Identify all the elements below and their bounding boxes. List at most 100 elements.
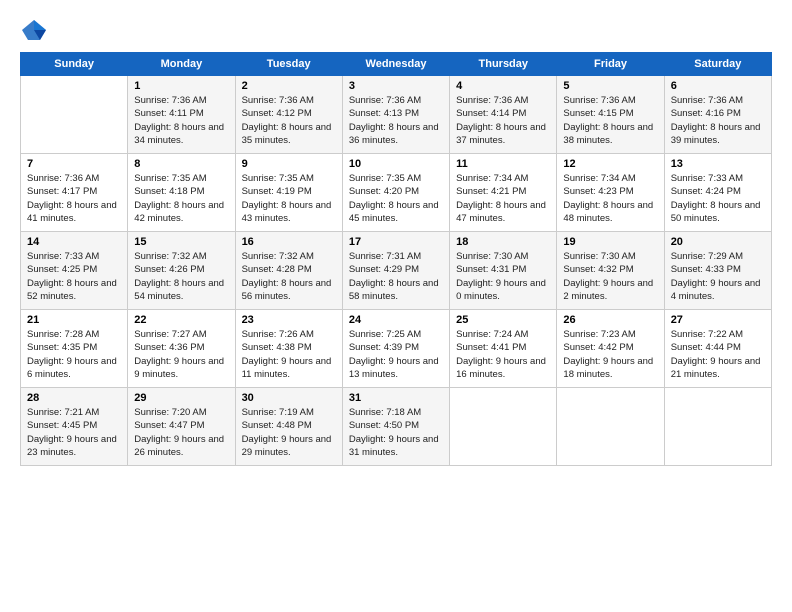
col-header-monday: Monday — [128, 53, 235, 76]
day-number: 23 — [242, 314, 336, 326]
day-cell — [21, 76, 128, 154]
header-row: SundayMondayTuesdayWednesdayThursdayFrid… — [21, 53, 772, 76]
day-number: 1 — [134, 80, 228, 92]
day-info: Sunrise: 7:32 AMSunset: 4:26 PMDaylight:… — [134, 250, 228, 303]
day-cell: 2 Sunrise: 7:36 AMSunset: 4:12 PMDayligh… — [235, 76, 342, 154]
day-number: 16 — [242, 236, 336, 248]
day-cell: 5 Sunrise: 7:36 AMSunset: 4:15 PMDayligh… — [557, 76, 664, 154]
day-cell: 31 Sunrise: 7:18 AMSunset: 4:50 PMDaylig… — [342, 388, 449, 466]
day-info: Sunrise: 7:36 AMSunset: 4:16 PMDaylight:… — [671, 94, 765, 147]
day-cell — [557, 388, 664, 466]
day-info: Sunrise: 7:33 AMSunset: 4:25 PMDaylight:… — [27, 250, 121, 303]
day-cell: 26 Sunrise: 7:23 AMSunset: 4:42 PMDaylig… — [557, 310, 664, 388]
col-header-saturday: Saturday — [664, 53, 771, 76]
day-info: Sunrise: 7:36 AMSunset: 4:14 PMDaylight:… — [456, 94, 550, 147]
day-number: 26 — [563, 314, 657, 326]
week-row-3: 14 Sunrise: 7:33 AMSunset: 4:25 PMDaylig… — [21, 232, 772, 310]
day-number: 22 — [134, 314, 228, 326]
day-cell: 7 Sunrise: 7:36 AMSunset: 4:17 PMDayligh… — [21, 154, 128, 232]
day-cell: 8 Sunrise: 7:35 AMSunset: 4:18 PMDayligh… — [128, 154, 235, 232]
day-number: 29 — [134, 392, 228, 404]
day-info: Sunrise: 7:26 AMSunset: 4:38 PMDaylight:… — [242, 328, 336, 381]
day-number: 9 — [242, 158, 336, 170]
day-cell: 25 Sunrise: 7:24 AMSunset: 4:41 PMDaylig… — [450, 310, 557, 388]
day-info: Sunrise: 7:23 AMSunset: 4:42 PMDaylight:… — [563, 328, 657, 381]
day-number: 5 — [563, 80, 657, 92]
day-info: Sunrise: 7:30 AMSunset: 4:32 PMDaylight:… — [563, 250, 657, 303]
day-info: Sunrise: 7:35 AMSunset: 4:18 PMDaylight:… — [134, 172, 228, 225]
col-header-tuesday: Tuesday — [235, 53, 342, 76]
day-number: 3 — [349, 80, 443, 92]
week-row-4: 21 Sunrise: 7:28 AMSunset: 4:35 PMDaylig… — [21, 310, 772, 388]
day-info: Sunrise: 7:18 AMSunset: 4:50 PMDaylight:… — [349, 406, 443, 459]
day-info: Sunrise: 7:24 AMSunset: 4:41 PMDaylight:… — [456, 328, 550, 381]
day-info: Sunrise: 7:33 AMSunset: 4:24 PMDaylight:… — [671, 172, 765, 225]
day-number: 14 — [27, 236, 121, 248]
day-info: Sunrise: 7:28 AMSunset: 4:35 PMDaylight:… — [27, 328, 121, 381]
day-info: Sunrise: 7:36 AMSunset: 4:17 PMDaylight:… — [27, 172, 121, 225]
day-info: Sunrise: 7:32 AMSunset: 4:28 PMDaylight:… — [242, 250, 336, 303]
week-row-5: 28 Sunrise: 7:21 AMSunset: 4:45 PMDaylig… — [21, 388, 772, 466]
day-number: 18 — [456, 236, 550, 248]
day-cell: 30 Sunrise: 7:19 AMSunset: 4:48 PMDaylig… — [235, 388, 342, 466]
day-cell: 14 Sunrise: 7:33 AMSunset: 4:25 PMDaylig… — [21, 232, 128, 310]
header — [20, 16, 772, 44]
day-number: 21 — [27, 314, 121, 326]
day-cell: 24 Sunrise: 7:25 AMSunset: 4:39 PMDaylig… — [342, 310, 449, 388]
day-info: Sunrise: 7:31 AMSunset: 4:29 PMDaylight:… — [349, 250, 443, 303]
col-header-sunday: Sunday — [21, 53, 128, 76]
day-cell: 9 Sunrise: 7:35 AMSunset: 4:19 PMDayligh… — [235, 154, 342, 232]
day-info: Sunrise: 7:29 AMSunset: 4:33 PMDaylight:… — [671, 250, 765, 303]
day-number: 30 — [242, 392, 336, 404]
week-row-1: 1 Sunrise: 7:36 AMSunset: 4:11 PMDayligh… — [21, 76, 772, 154]
day-cell: 29 Sunrise: 7:20 AMSunset: 4:47 PMDaylig… — [128, 388, 235, 466]
logo-icon — [20, 16, 48, 44]
day-number: 27 — [671, 314, 765, 326]
day-info: Sunrise: 7:35 AMSunset: 4:19 PMDaylight:… — [242, 172, 336, 225]
day-cell: 16 Sunrise: 7:32 AMSunset: 4:28 PMDaylig… — [235, 232, 342, 310]
week-row-2: 7 Sunrise: 7:36 AMSunset: 4:17 PMDayligh… — [21, 154, 772, 232]
day-cell: 28 Sunrise: 7:21 AMSunset: 4:45 PMDaylig… — [21, 388, 128, 466]
day-number: 13 — [671, 158, 765, 170]
day-cell: 23 Sunrise: 7:26 AMSunset: 4:38 PMDaylig… — [235, 310, 342, 388]
day-info: Sunrise: 7:36 AMSunset: 4:15 PMDaylight:… — [563, 94, 657, 147]
col-header-thursday: Thursday — [450, 53, 557, 76]
day-number: 11 — [456, 158, 550, 170]
day-info: Sunrise: 7:34 AMSunset: 4:23 PMDaylight:… — [563, 172, 657, 225]
day-number: 12 — [563, 158, 657, 170]
day-cell: 15 Sunrise: 7:32 AMSunset: 4:26 PMDaylig… — [128, 232, 235, 310]
day-cell: 27 Sunrise: 7:22 AMSunset: 4:44 PMDaylig… — [664, 310, 771, 388]
day-number: 25 — [456, 314, 550, 326]
day-number: 17 — [349, 236, 443, 248]
day-number: 24 — [349, 314, 443, 326]
logo — [20, 16, 52, 44]
day-cell — [664, 388, 771, 466]
calendar-table: SundayMondayTuesdayWednesdayThursdayFrid… — [20, 52, 772, 466]
day-cell: 6 Sunrise: 7:36 AMSunset: 4:16 PMDayligh… — [664, 76, 771, 154]
day-number: 15 — [134, 236, 228, 248]
day-cell — [450, 388, 557, 466]
day-info: Sunrise: 7:19 AMSunset: 4:48 PMDaylight:… — [242, 406, 336, 459]
day-info: Sunrise: 7:22 AMSunset: 4:44 PMDaylight:… — [671, 328, 765, 381]
day-number: 2 — [242, 80, 336, 92]
day-number: 8 — [134, 158, 228, 170]
day-cell: 3 Sunrise: 7:36 AMSunset: 4:13 PMDayligh… — [342, 76, 449, 154]
day-number: 6 — [671, 80, 765, 92]
day-cell: 4 Sunrise: 7:36 AMSunset: 4:14 PMDayligh… — [450, 76, 557, 154]
day-number: 19 — [563, 236, 657, 248]
day-number: 7 — [27, 158, 121, 170]
day-cell: 1 Sunrise: 7:36 AMSunset: 4:11 PMDayligh… — [128, 76, 235, 154]
day-cell: 12 Sunrise: 7:34 AMSunset: 4:23 PMDaylig… — [557, 154, 664, 232]
day-info: Sunrise: 7:21 AMSunset: 4:45 PMDaylight:… — [27, 406, 121, 459]
day-cell: 20 Sunrise: 7:29 AMSunset: 4:33 PMDaylig… — [664, 232, 771, 310]
col-header-wednesday: Wednesday — [342, 53, 449, 76]
day-number: 31 — [349, 392, 443, 404]
day-info: Sunrise: 7:34 AMSunset: 4:21 PMDaylight:… — [456, 172, 550, 225]
page: SundayMondayTuesdayWednesdayThursdayFrid… — [0, 0, 792, 612]
col-header-friday: Friday — [557, 53, 664, 76]
day-info: Sunrise: 7:25 AMSunset: 4:39 PMDaylight:… — [349, 328, 443, 381]
day-number: 28 — [27, 392, 121, 404]
day-number: 10 — [349, 158, 443, 170]
day-cell: 19 Sunrise: 7:30 AMSunset: 4:32 PMDaylig… — [557, 232, 664, 310]
day-cell: 22 Sunrise: 7:27 AMSunset: 4:36 PMDaylig… — [128, 310, 235, 388]
